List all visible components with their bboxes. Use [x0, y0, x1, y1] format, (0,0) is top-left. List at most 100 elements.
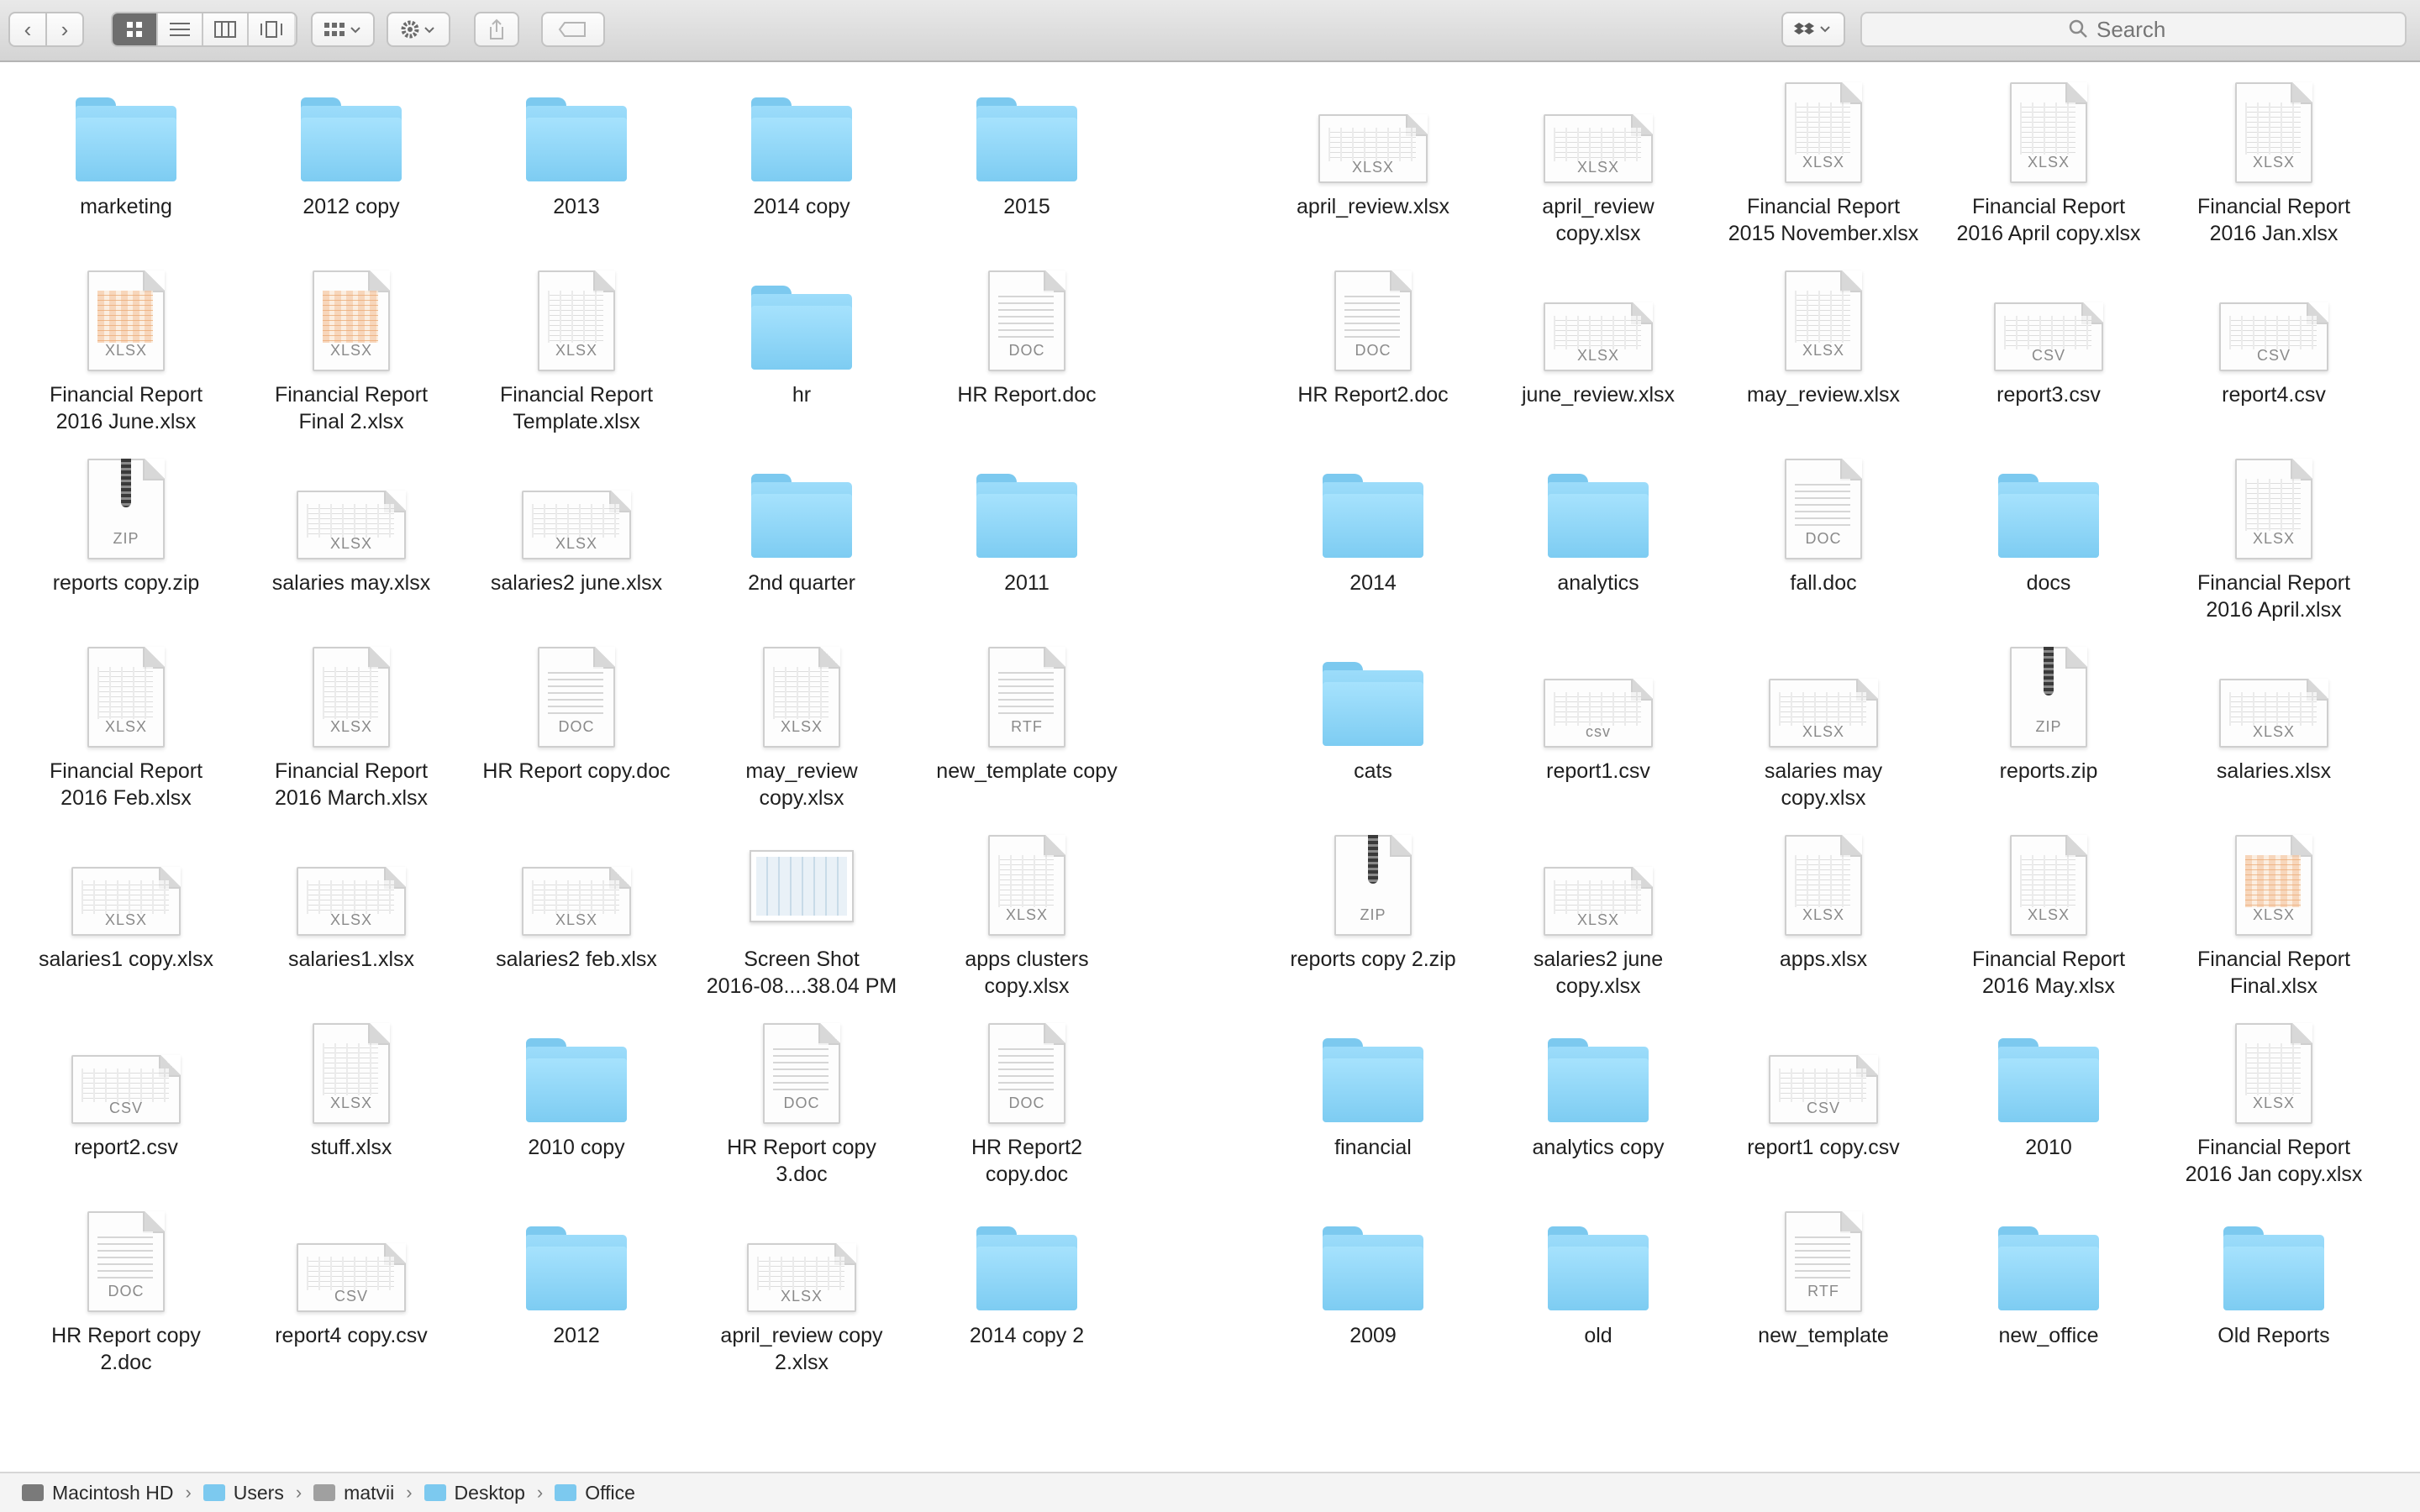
path-crumb-matvii[interactable]: matvii: [313, 1482, 394, 1504]
file-item[interactable]: XLSX salaries2 feb.xlsx: [467, 830, 686, 973]
path-crumb-office[interactable]: Office: [555, 1482, 635, 1504]
file-extension-label: XLSX: [1802, 906, 1845, 923]
file-item[interactable]: XLSX apps clusters copy.xlsx: [918, 830, 1136, 1000]
file-item[interactable]: DOC HR Report2.doc: [1264, 265, 1482, 408]
tag-icon: [558, 22, 586, 37]
file-item[interactable]: CSV report4.csv: [2165, 265, 2383, 408]
file-item[interactable]: XLSX salaries may copy.xlsx: [1714, 642, 1933, 811]
back-button[interactable]: ‹: [8, 12, 47, 47]
path-crumb-macintosh-hd[interactable]: Macintosh HD: [22, 1482, 173, 1504]
item-label: salaries2 june copy.xlsx: [1533, 948, 1664, 998]
file-item[interactable]: XLSX june_review.xlsx: [1489, 265, 1707, 408]
file-item[interactable]: XLSX salaries may.xlsx: [242, 454, 460, 596]
file-item[interactable]: XLSX Financial Report Final.xlsx: [2165, 830, 2383, 1000]
file-item[interactable]: XLSX salaries2 june.xlsx: [467, 454, 686, 596]
file-item[interactable]: XLSX salaries.xlsx: [2165, 642, 2383, 785]
folder-item[interactable]: 2015: [918, 77, 1136, 220]
folder-item[interactable]: analytics: [1489, 454, 1707, 596]
folder-item[interactable]: 2013: [467, 77, 686, 220]
file-extension-label: XLSX: [2252, 1095, 2296, 1111]
file-item[interactable]: XLSX Financial Report 2016 March.xlsx: [242, 642, 460, 811]
folder-item[interactable]: analytics copy: [1489, 1018, 1707, 1161]
folder-item[interactable]: hr: [692, 265, 911, 408]
icon-view-button[interactable]: [113, 13, 158, 45]
file-item[interactable]: XLSX Financial Report 2016 Jan.xlsx: [2165, 77, 2383, 247]
file-item[interactable]: XLSX Financial Report Template.xlsx: [467, 265, 686, 435]
folder-item[interactable]: 2009: [1264, 1206, 1482, 1349]
list-view-button[interactable]: [158, 13, 203, 45]
file-item[interactable]: XLSX Financial Report Final 2.xlsx: [242, 265, 460, 435]
forward-button[interactable]: ›: [45, 12, 84, 47]
file-item[interactable]: DOC HR Report copy.doc: [467, 642, 686, 785]
path-crumb-desktop[interactable]: Desktop: [424, 1482, 525, 1504]
file-item[interactable]: RTF new_template: [1714, 1206, 1933, 1349]
folder-item[interactable]: 2011: [918, 454, 1136, 596]
file-item[interactable]: DOC HR Report copy 3.doc: [692, 1018, 911, 1188]
file-extension-label: XLSX: [104, 911, 148, 928]
folder-item[interactable]: cats: [1264, 642, 1482, 785]
file-item[interactable]: DOC fall.doc: [1714, 454, 1933, 596]
folder-item[interactable]: 2010: [1939, 1018, 2158, 1161]
dropbox-button[interactable]: [1781, 12, 1845, 47]
folder-item[interactable]: marketing: [17, 77, 235, 220]
file-item[interactable]: DOC HR Report.doc: [918, 265, 1136, 408]
folder-item[interactable]: 2014: [1264, 454, 1482, 596]
edit-tags-button[interactable]: [541, 12, 605, 47]
zip-archive-icon: ZIP: [2010, 647, 2087, 748]
folder-item[interactable]: 2014 copy 2: [918, 1206, 1136, 1349]
file-item[interactable]: ZIP reports copy.zip: [17, 454, 235, 596]
file-item[interactable]: XLSX salaries1.xlsx: [242, 830, 460, 973]
folder-item[interactable]: 2012 copy: [242, 77, 460, 220]
file-item[interactable]: XLSX Financial Report 2016 April copy.xls…: [1939, 77, 2158, 247]
folder-item[interactable]: docs: [1939, 454, 2158, 596]
file-item[interactable]: XLSX may_review.xlsx: [1714, 265, 1933, 408]
file-item[interactable]: XLSX salaries1 copy.xlsx: [17, 830, 235, 973]
word-document-icon: DOC: [988, 270, 1065, 371]
file-item[interactable]: XLSX salaries2 june copy.xlsx: [1489, 830, 1707, 1000]
file-item[interactable]: XLSX Financial Report 2016 April.xlsx: [2165, 454, 2383, 623]
file-item[interactable]: XLSX may_review copy.xlsx: [692, 642, 911, 811]
action-menu-button[interactable]: [387, 12, 450, 47]
file-item[interactable]: CSV report4 copy.csv: [242, 1206, 460, 1349]
item-label: Financial Report 2016 Jan copy.xlsx: [2185, 1136, 2363, 1186]
file-item[interactable]: XLSX apps.xlsx: [1714, 830, 1933, 973]
column-view-button[interactable]: [203, 13, 249, 45]
file-item[interactable]: XLSX april_review.xlsx: [1264, 77, 1482, 220]
share-button[interactable]: [474, 12, 519, 47]
folder-item[interactable]: financial: [1264, 1018, 1482, 1161]
folder-item[interactable]: new_office: [1939, 1206, 2158, 1349]
file-item[interactable]: XLSX Financial Report 2016 May.xlsx: [1939, 830, 2158, 1000]
file-item[interactable]: CSV report2.csv: [17, 1018, 235, 1161]
folder-item[interactable]: old: [1489, 1206, 1707, 1349]
file-item[interactable]: CSV report3.csv: [1939, 265, 2158, 408]
file-item[interactable]: Screen Shot 2016-08....38.04 PM: [692, 830, 911, 1000]
file-item[interactable]: XLSX Financial Report 2016 Jan copy.xlsx: [2165, 1018, 2383, 1188]
cover-flow-view-button[interactable]: [249, 13, 294, 45]
file-item[interactable]: DOC HR Report2 copy.doc: [918, 1018, 1136, 1188]
file-item[interactable]: csv report1.csv: [1489, 642, 1707, 785]
item-label: Financial Report Final.xlsx: [2196, 948, 2351, 998]
file-item[interactable]: ZIP reports.zip: [1939, 642, 2158, 785]
folder-item[interactable]: 2010 copy: [467, 1018, 686, 1161]
file-item[interactable]: RTF new_template copy: [918, 642, 1136, 785]
folder-item[interactable]: Old Reports: [2165, 1206, 2383, 1349]
path-crumb-users[interactable]: Users: [203, 1482, 284, 1504]
file-item[interactable]: XLSX april_review copy.xlsx: [1489, 77, 1707, 247]
file-item[interactable]: CSV report1 copy.csv: [1714, 1018, 1933, 1161]
item-icon: [17, 77, 235, 188]
file-item[interactable]: XLSX Financial Report 2016 June.xlsx: [17, 265, 235, 435]
file-item[interactable]: XLSX april_review copy 2.xlsx: [692, 1206, 911, 1376]
search-input[interactable]: [2095, 15, 2199, 44]
file-item[interactable]: DOC HR Report copy 2.doc: [17, 1206, 235, 1376]
folder-item[interactable]: 2012: [467, 1206, 686, 1349]
file-item[interactable]: XLSX stuff.xlsx: [242, 1018, 460, 1161]
arrange-grid-icon: [324, 23, 360, 36]
file-item[interactable]: ZIP reports copy 2.zip: [1264, 830, 1482, 973]
item-icon: ZIP: [17, 454, 235, 564]
search-field[interactable]: [1860, 12, 2407, 47]
arrange-button[interactable]: [311, 12, 375, 47]
file-item[interactable]: XLSX Financial Report 2015 November.xlsx: [1714, 77, 1933, 247]
file-item[interactable]: XLSX Financial Report 2016 Feb.xlsx: [17, 642, 235, 811]
folder-item[interactable]: 2014 copy: [692, 77, 911, 220]
folder-item[interactable]: 2nd quarter: [692, 454, 911, 596]
